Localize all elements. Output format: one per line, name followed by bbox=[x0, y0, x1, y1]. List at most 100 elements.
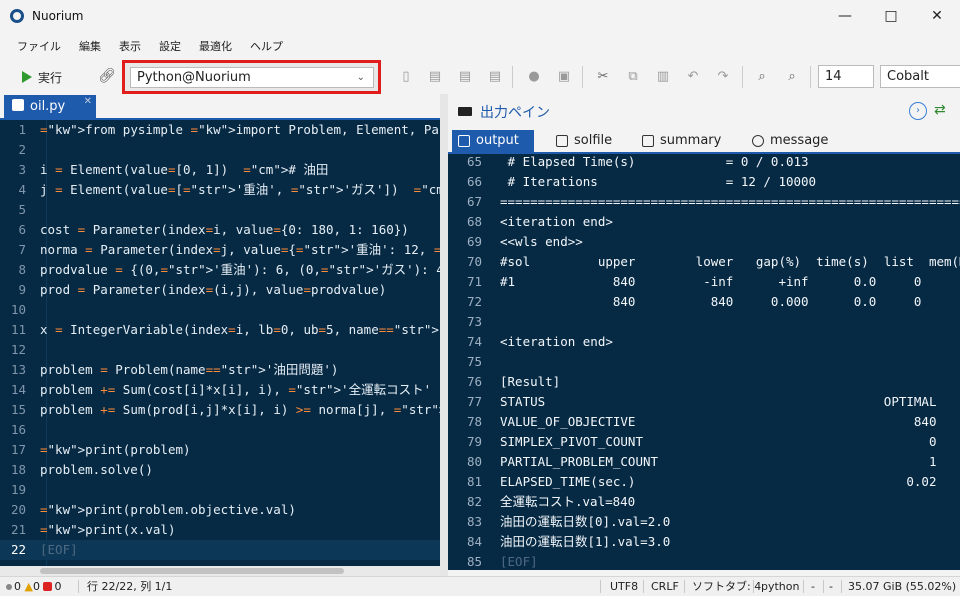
output-line-number: 65 bbox=[466, 154, 482, 169]
line-number: 6 bbox=[18, 222, 26, 237]
output-text: # Elapsed Time(s) = 0 / 0.013 bbox=[500, 154, 809, 169]
code-line[interactable]: 10 bbox=[0, 300, 440, 320]
run-button[interactable]: 実行 bbox=[22, 66, 62, 88]
output-line-number: 74 bbox=[466, 334, 482, 349]
tab-solfile[interactable]: solfile bbox=[550, 130, 630, 152]
output-pane-title: 出力ペイン bbox=[480, 105, 550, 121]
encoding[interactable]: UTF8 bbox=[610, 577, 638, 596]
tab-output[interactable]: output bbox=[452, 130, 534, 152]
line-number: 16 bbox=[10, 422, 26, 437]
problem-counts[interactable]: 0 ▲0 0 bbox=[6, 577, 61, 596]
close-window-icon[interactable]: ✕ bbox=[914, 0, 960, 32]
code-line[interactable]: 12 bbox=[0, 340, 440, 360]
tab-output-label: output bbox=[476, 133, 519, 148]
line-number: 12 bbox=[10, 342, 26, 357]
status-divider bbox=[823, 580, 824, 593]
code-line[interactable]: 16 bbox=[0, 420, 440, 440]
line-number: 14 bbox=[10, 382, 26, 397]
forward-icon[interactable]: › bbox=[909, 102, 927, 120]
output-console[interactable]: 65 # Elapsed Time(s) = 0 / 0.013 66 # Ite… bbox=[448, 152, 960, 570]
output-line-number: 82 bbox=[466, 494, 482, 509]
redo-icon[interactable]: ↷ bbox=[714, 68, 732, 86]
output-line: 70 #sol upper lower gap(%) time(s) list m… bbox=[448, 252, 960, 272]
code-line[interactable]: 1 ="kw">from pysimple ="kw">import Proble… bbox=[0, 120, 440, 140]
interpreter-select[interactable]: Python@Nuorium ⌄ bbox=[130, 67, 374, 88]
search-icon[interactable]: ⌕ bbox=[753, 68, 771, 86]
menu-optimize[interactable]: 最適化 bbox=[190, 38, 241, 54]
tab-oil-py[interactable]: oil.py ✕ bbox=[4, 95, 96, 118]
output-line: 66 # Iterations = 12 / 10000 bbox=[448, 172, 960, 192]
line-ending[interactable]: CRLF bbox=[651, 577, 679, 596]
code-line[interactable]: 19 bbox=[0, 480, 440, 500]
output-text: [Result] bbox=[500, 374, 561, 389]
code-line[interactable]: 6 cost = Parameter(index=i, value={0: 180… bbox=[0, 220, 440, 240]
code-line[interactable]: 15 problem += Sum(prod[i,j]*x[i], i) >= n… bbox=[0, 400, 440, 420]
export-csv-icon[interactable]: ▤ bbox=[486, 68, 504, 86]
code-line[interactable]: 14 problem += Sum(cost[i]*x[i], i), ="str… bbox=[0, 380, 440, 400]
new-file-icon[interactable]: ▯ bbox=[397, 68, 415, 86]
output-text: 油田の運転日数[1].val=3.0 bbox=[500, 534, 671, 549]
code-text: ="kw">print(problem.objective.val) bbox=[40, 502, 296, 517]
output-text: ========================================… bbox=[500, 194, 960, 209]
scrollbar-thumb[interactable] bbox=[40, 568, 344, 574]
copy-icon[interactable]: ⧉ bbox=[624, 68, 642, 86]
font-size-input[interactable]: 14 bbox=[818, 65, 874, 88]
line-number: 22 bbox=[10, 542, 26, 557]
font-size-value: 14 bbox=[825, 69, 842, 84]
code-line[interactable]: 18 problem.solve() bbox=[0, 460, 440, 480]
code-text: ="kw">print(x.val) bbox=[40, 522, 176, 537]
cursor-position: 行 22/22, 列 1/1 bbox=[87, 580, 173, 593]
refresh-icon[interactable]: ⇄ bbox=[934, 102, 946, 118]
code-line[interactable]: 11 x = IntegerVariable(index=i, lb=0, ub=… bbox=[0, 320, 440, 340]
theme-value: Cobalt bbox=[887, 69, 929, 84]
undo-icon[interactable]: ↶ bbox=[684, 68, 702, 86]
status-divider bbox=[841, 580, 842, 593]
code-line[interactable]: 8 prodvalue = {(0,="str">'重油'): 6, (0,="s… bbox=[0, 260, 440, 280]
theme-select[interactable]: Cobalt bbox=[880, 65, 960, 88]
minimize-icon[interactable]: — bbox=[822, 0, 868, 32]
code-editor[interactable]: 1 ="kw">from pysimple ="kw">import Proble… bbox=[0, 118, 440, 566]
code-line[interactable]: 4 j = Element(value=[="str">'重油', ="str">… bbox=[0, 180, 440, 200]
paste-icon[interactable]: ▥ bbox=[654, 68, 672, 86]
output-tab-icon bbox=[458, 135, 470, 147]
output-line: 76 [Result] bbox=[448, 372, 960, 392]
pane-splitter[interactable] bbox=[440, 94, 448, 576]
output-text: <<wls end>> bbox=[500, 234, 583, 249]
menu-view[interactable]: 表示 bbox=[110, 38, 150, 54]
code-line[interactable]: 2 bbox=[0, 140, 440, 160]
code-line[interactable]: 17 ="kw">print(problem) bbox=[0, 440, 440, 460]
open-icon[interactable]: ● bbox=[525, 68, 543, 86]
code-line[interactable]: 13 problem = Problem(name=="str">'油田問題') bbox=[0, 360, 440, 380]
tab-summary[interactable]: summary bbox=[636, 130, 726, 152]
save-txt-icon[interactable]: ▤ bbox=[456, 68, 474, 86]
output-line: 69 <<wls end>> bbox=[448, 232, 960, 252]
editor-horizontal-scrollbar[interactable] bbox=[0, 566, 440, 576]
status-bar: 0 ▲0 0 行 22/22, 列 1/1 UTF8 CRLF ソフトタブ: 4… bbox=[0, 576, 960, 596]
menu-edit[interactable]: 編集 bbox=[70, 38, 110, 54]
open-file-icon[interactable]: ▤ bbox=[426, 68, 444, 86]
tab-setting[interactable]: ソフトタブ: 4 bbox=[692, 577, 761, 596]
menu-file[interactable]: ファイル bbox=[8, 38, 70, 54]
close-tab-icon[interactable]: ✕ bbox=[84, 90, 92, 113]
code-line[interactable]: 21 ="kw">print(x.val) bbox=[0, 520, 440, 540]
menu-help[interactable]: ヘルプ bbox=[241, 38, 292, 54]
code-line[interactable]: 20 ="kw">print(problem.objective.val) bbox=[0, 500, 440, 520]
code-line[interactable]: 9 prod = Parameter(index=(i,j), value=pro… bbox=[0, 280, 440, 300]
output-text: PARTIAL_PROBLEM_COUNT 1 bbox=[500, 454, 937, 469]
language-mode[interactable]: python bbox=[761, 577, 799, 596]
link-icon[interactable]: 🔗︎ bbox=[98, 68, 116, 84]
save-icon[interactable]: ▣ bbox=[555, 68, 573, 86]
code-line[interactable]: 3 i = Element(value=[0, 1]) ="cm"># 油田 bbox=[0, 160, 440, 180]
menu-settings[interactable]: 設定 bbox=[150, 38, 190, 54]
output-line: 65 # Elapsed Time(s) = 0 / 0.013 bbox=[448, 154, 960, 172]
output-text: <iteration end> bbox=[500, 214, 613, 229]
cut-icon[interactable]: ✂ bbox=[594, 68, 612, 86]
output-line-number: 78 bbox=[466, 414, 482, 429]
maximize-icon[interactable]: □ bbox=[868, 0, 914, 32]
replace-search-icon[interactable]: ⌕ bbox=[783, 68, 801, 86]
code-line[interactable]: 7 norma = Parameter(index=j, value={="str… bbox=[0, 240, 440, 260]
code-line[interactable]: 22 [EOF] bbox=[0, 540, 440, 560]
code-line[interactable]: 5 bbox=[0, 200, 440, 220]
output-text: #1 840 -inf +inf 0.0 0 152 bbox=[500, 274, 960, 289]
tab-message[interactable]: message bbox=[746, 130, 836, 152]
